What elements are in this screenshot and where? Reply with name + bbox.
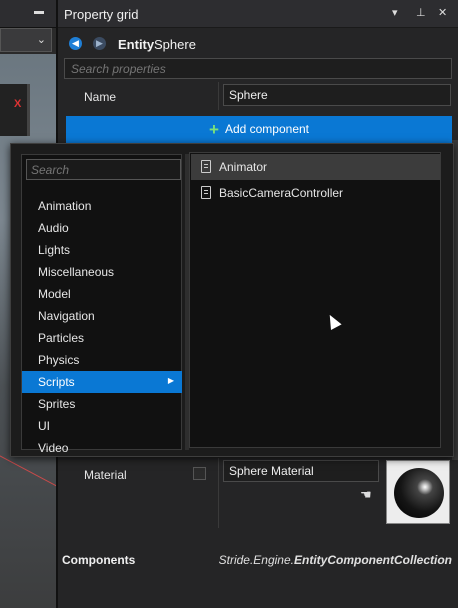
name-label: Name	[84, 90, 117, 104]
chevron-down-icon: ⌄	[36, 34, 46, 46]
material-checkbox[interactable]	[193, 467, 206, 480]
category-item-lights[interactable]: Lights	[22, 239, 182, 261]
category-label: Audio	[38, 221, 69, 235]
category-label: Navigation	[38, 309, 95, 323]
material-property-row: Material ☚	[58, 458, 458, 528]
close-icon[interactable]: ✕	[438, 6, 447, 19]
category-item-audio[interactable]: Audio	[22, 217, 182, 239]
category-label: Sprites	[38, 397, 76, 411]
category-item-physics[interactable]: Physics	[22, 349, 182, 371]
script-list: Animator BasicCameraController	[189, 152, 441, 448]
category-label: Scripts	[38, 375, 75, 389]
components-label: Components	[62, 553, 136, 567]
entity-nav-row: ◀ ▶ Entity Sphere	[58, 32, 458, 56]
script-icon	[201, 186, 211, 199]
name-field[interactable]	[223, 84, 451, 106]
category-label: UI	[38, 419, 50, 433]
add-component-popup: Animation Audio Lights Miscellaneous Mod…	[10, 143, 454, 457]
material-field[interactable]	[223, 460, 379, 482]
category-label: Animation	[38, 199, 92, 213]
column-divider	[218, 458, 219, 528]
name-property-row: Name	[58, 82, 458, 110]
category-label: Physics	[38, 353, 80, 367]
scene-cube: X	[0, 84, 30, 136]
panel-header: Property grid ▾ ⊥ ✕	[58, 0, 458, 28]
category-item-video[interactable]: Video	[22, 437, 182, 459]
back-icon[interactable]: ◀	[69, 37, 82, 50]
submenu-arrow-icon: ▶	[167, 376, 174, 385]
category-item-particles[interactable]: Particles	[22, 327, 182, 349]
category-item-miscellaneous[interactable]: Miscellaneous	[22, 261, 182, 283]
category-label: Miscellaneous	[38, 265, 115, 279]
dropdown-icon[interactable]: ▾	[392, 6, 398, 19]
gizmo-x-icon: X	[14, 98, 22, 110]
panel-title: Property grid	[64, 7, 139, 22]
category-list: Animation Audio Lights Miscellaneous Mod…	[21, 154, 182, 455]
category-label: Particles	[38, 331, 85, 345]
category-item-animation[interactable]: Animation	[22, 195, 182, 217]
entity-type-label: Entity	[118, 37, 155, 52]
search-properties-input[interactable]	[64, 58, 452, 79]
forward-icon[interactable]: ▶	[93, 37, 106, 50]
script-label: Animator	[219, 160, 268, 174]
hand-icon[interactable]: ☚	[360, 487, 372, 503]
plus-icon: +	[209, 119, 219, 139]
entity-name: Sphere	[154, 37, 196, 52]
category-item-scripts[interactable]: Scripts ▶	[22, 371, 182, 393]
viewport-combo[interactable]: ⌄	[0, 28, 52, 52]
category-label: Lights	[38, 243, 71, 257]
script-label: BasicCameraController	[219, 186, 344, 200]
components-property-row: Components Stride.Engine.EntityComponent…	[58, 548, 458, 572]
category-item-ui[interactable]: UI	[22, 415, 182, 437]
category-item-model[interactable]: Model	[22, 283, 182, 305]
add-component-button[interactable]: + Add component	[66, 116, 452, 143]
components-type-namespace: Stride.Engine.	[218, 553, 294, 567]
components-type-name: EntityComponentCollection	[294, 553, 452, 567]
category-item-navigation[interactable]: Navigation	[22, 305, 182, 327]
category-item-sprites[interactable]: Sprites	[22, 393, 182, 415]
category-search-input[interactable]	[26, 159, 181, 180]
components-type: Stride.Engine.EntityComponentCollection	[219, 553, 452, 567]
column-divider	[218, 82, 219, 110]
script-icon	[201, 160, 211, 173]
category-label: Model	[38, 287, 71, 301]
grid-axis-line	[0, 452, 56, 497]
material-thumbnail[interactable]	[386, 460, 450, 524]
material-sphere-preview	[394, 468, 444, 518]
material-label: Material	[84, 468, 127, 482]
viewport-toolbar: ▬	[0, 0, 56, 28]
category-label: Video	[38, 441, 69, 455]
add-component-label: Add component	[224, 121, 309, 136]
dropdown-icon[interactable]: ▬	[34, 6, 44, 17]
script-item-animator[interactable]: Animator	[191, 154, 440, 180]
script-item-basic-camera-controller[interactable]: BasicCameraController	[191, 180, 440, 206]
pin-icon[interactable]: ⊥	[416, 6, 426, 19]
